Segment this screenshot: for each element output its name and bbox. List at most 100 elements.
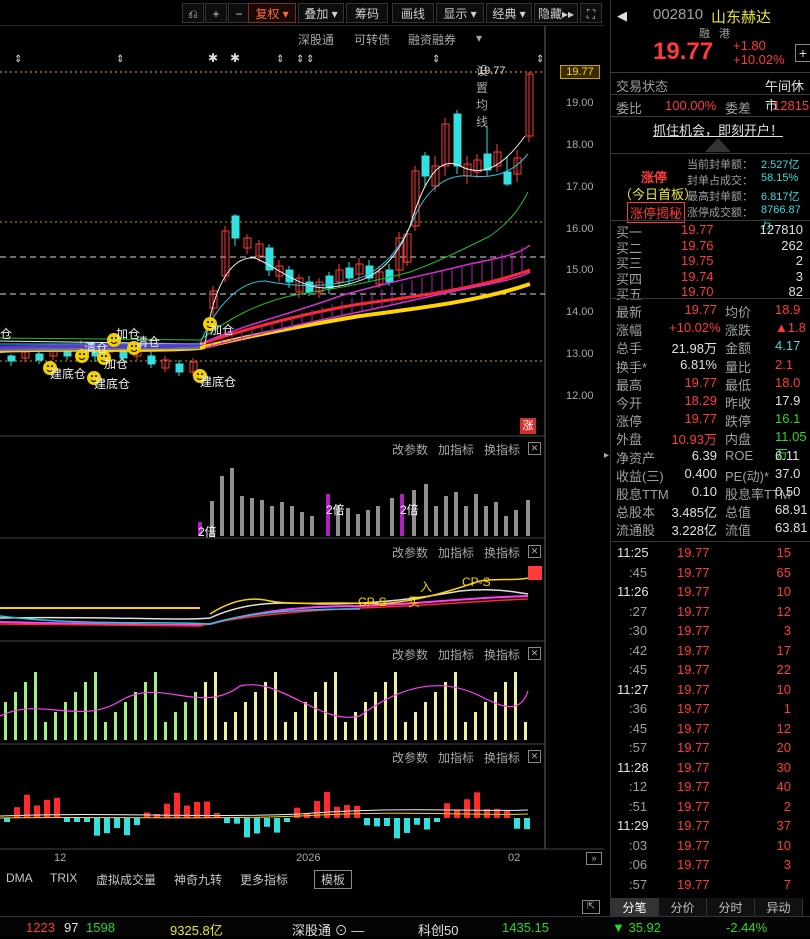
candle xyxy=(365,260,374,282)
ma-red-line xyxy=(0,268,531,350)
tick-volume: 20 xyxy=(776,740,791,755)
indicator-bar xyxy=(394,672,397,740)
up-count: 1223 xyxy=(26,920,55,935)
indicator-bar xyxy=(134,818,140,826)
stat-label: 总手 xyxy=(616,341,643,357)
panel2-marker: 入 xyxy=(420,580,432,594)
edit-params-button[interactable]: 改参数 xyxy=(392,441,428,458)
indicator-tab[interactable]: 模板 xyxy=(314,870,353,889)
close-panel-icon[interactable]: ✕ xyxy=(528,750,541,763)
indicator-bar xyxy=(234,818,240,824)
swap-indicator-button[interactable]: 换指标 xyxy=(484,749,520,766)
indicator-tab[interactable]: 虚拟成交量 xyxy=(96,871,156,888)
limit-up-badge: 涨 xyxy=(520,418,536,434)
tick-volume: 3 xyxy=(783,623,791,638)
indicator-bar xyxy=(94,672,97,740)
edit-params-button[interactable]: 改参数 xyxy=(392,749,428,766)
event-star-icon: ✱ xyxy=(230,51,240,65)
indicator-bar xyxy=(14,692,17,740)
swap-indicator-button[interactable]: 换指标 xyxy=(484,441,520,458)
quote-tab-2[interactable]: 分时 xyxy=(707,898,755,918)
tick-price: 19.77 xyxy=(677,603,710,619)
indicator-bar xyxy=(24,794,30,818)
zoom-in-icon[interactable]: + xyxy=(205,3,227,23)
stat-value: 68.91 xyxy=(775,502,808,518)
volume-bar xyxy=(454,492,458,536)
quote-tab-1[interactable]: 分价 xyxy=(659,898,707,918)
tick-volume: 7 xyxy=(783,876,791,892)
tick-time: :03 xyxy=(629,837,648,853)
volume-bar xyxy=(356,514,360,536)
indicator-bar xyxy=(34,672,37,740)
draw-line-button[interactable]: 画线 xyxy=(392,3,434,23)
chips-button[interactable]: 筹码 xyxy=(346,3,388,23)
price-axis-label: 18.00 xyxy=(566,139,594,151)
indicator-bar xyxy=(404,722,407,740)
stat-value: 19.77 xyxy=(684,302,717,317)
tick-time: :45 xyxy=(629,564,648,580)
tick-price: 19.77 xyxy=(677,779,710,794)
close-panel-icon[interactable]: ✕ xyxy=(528,647,541,660)
back-icon[interactable]: ◀ xyxy=(617,8,627,24)
indicator-tab[interactable]: 更多指标 xyxy=(240,871,288,888)
indicator-bar xyxy=(424,702,427,740)
tick-price: 19.77 xyxy=(677,681,710,697)
seal-amt: 2.527亿 xyxy=(761,159,800,171)
undo-icon[interactable]: ⎌ xyxy=(182,3,204,23)
indicator-tab[interactable]: 神奇九转 xyxy=(174,871,222,888)
show-dropdown[interactable]: 显示 ▾ xyxy=(436,3,484,23)
fullscreen-icon[interactable]: ⛶ xyxy=(580,3,602,23)
tick-price: 19.77 xyxy=(677,798,710,814)
close-panel-icon[interactable]: ✕ xyxy=(528,442,541,455)
wc-value: 12815 xyxy=(773,98,810,113)
panel2-signal xyxy=(528,566,542,580)
buy-level-price: 19.70 xyxy=(681,284,714,299)
classic-dropdown[interactable]: 经典 ▾ xyxy=(486,3,532,23)
indicator-tab[interactable]: DMA xyxy=(6,871,33,885)
stat-label: 量比 xyxy=(725,359,752,375)
stock-name: 山东赫达 xyxy=(711,9,772,26)
scroll-right-icon[interactable]: » xyxy=(586,852,602,865)
add-indicator-button[interactable]: 加指标 xyxy=(438,544,474,561)
close-panel-icon[interactable]: ✕ xyxy=(528,545,541,558)
stat-label: 金额 xyxy=(725,341,752,357)
tick-price: 19.77 xyxy=(677,545,710,560)
quote-tab-3[interactable]: 异动 xyxy=(755,898,803,918)
expand-up-icon[interactable]: ⇱ xyxy=(582,900,600,914)
add-indicator-button[interactable]: 加指标 xyxy=(438,749,474,766)
price-axis-label: 17.00 xyxy=(566,181,594,193)
event-arrow-icon: ⇕ xyxy=(296,54,304,65)
swap-indicator-button[interactable]: 换指标 xyxy=(484,544,520,561)
rehab-dropdown[interactable]: 复权 ▾ xyxy=(248,3,296,23)
tick-price: 19.77 xyxy=(677,584,710,599)
indicator-tab[interactable]: TRIX xyxy=(50,871,77,885)
volume-marker: 2倍 xyxy=(198,524,217,539)
hide-button[interactable]: 隐藏▸▸ xyxy=(534,3,578,23)
buy-level-price: 19.74 xyxy=(681,268,714,284)
buy-level-price: 19.75 xyxy=(681,253,714,268)
quote-tab-0[interactable]: 分笔 xyxy=(611,898,659,918)
edit-params-button[interactable]: 改参数 xyxy=(392,646,428,663)
tick-time: :36 xyxy=(629,701,648,716)
overlay-dropdown[interactable]: 叠加 ▾ xyxy=(298,3,344,23)
indicator-bar xyxy=(184,702,187,740)
collapse-icon[interactable] xyxy=(705,138,731,152)
indicator-bar xyxy=(204,682,207,740)
promo-link[interactable]: 抓住机会，即刻开户！ xyxy=(653,120,783,139)
classic-label: 经典 xyxy=(492,7,517,21)
zoom-out-icon[interactable]: − xyxy=(228,3,250,23)
add-watchlist-icon[interactable]: + xyxy=(795,44,810,62)
status-bar: 1223 97 1598 9325.8亿 深股通 ⊙ — 科创50 1435.1… xyxy=(0,916,810,938)
stat-label: 最低 xyxy=(725,377,752,393)
tick-time: :45 xyxy=(629,662,648,677)
tick-time: 11:29 xyxy=(617,818,649,833)
swap-indicator-button[interactable]: 换指标 xyxy=(484,646,520,663)
stat-value: 21.98万 xyxy=(671,341,717,357)
volume-bar xyxy=(474,494,478,536)
add-indicator-button[interactable]: 加指标 xyxy=(438,441,474,458)
event-arrow-icon: ⇕ xyxy=(536,54,544,65)
add-indicator-button[interactable]: 加指标 xyxy=(438,646,474,663)
edit-params-button[interactable]: 改参数 xyxy=(392,544,428,561)
indicator-bar xyxy=(484,702,487,740)
buy-level-volume: 127810 xyxy=(759,222,803,237)
